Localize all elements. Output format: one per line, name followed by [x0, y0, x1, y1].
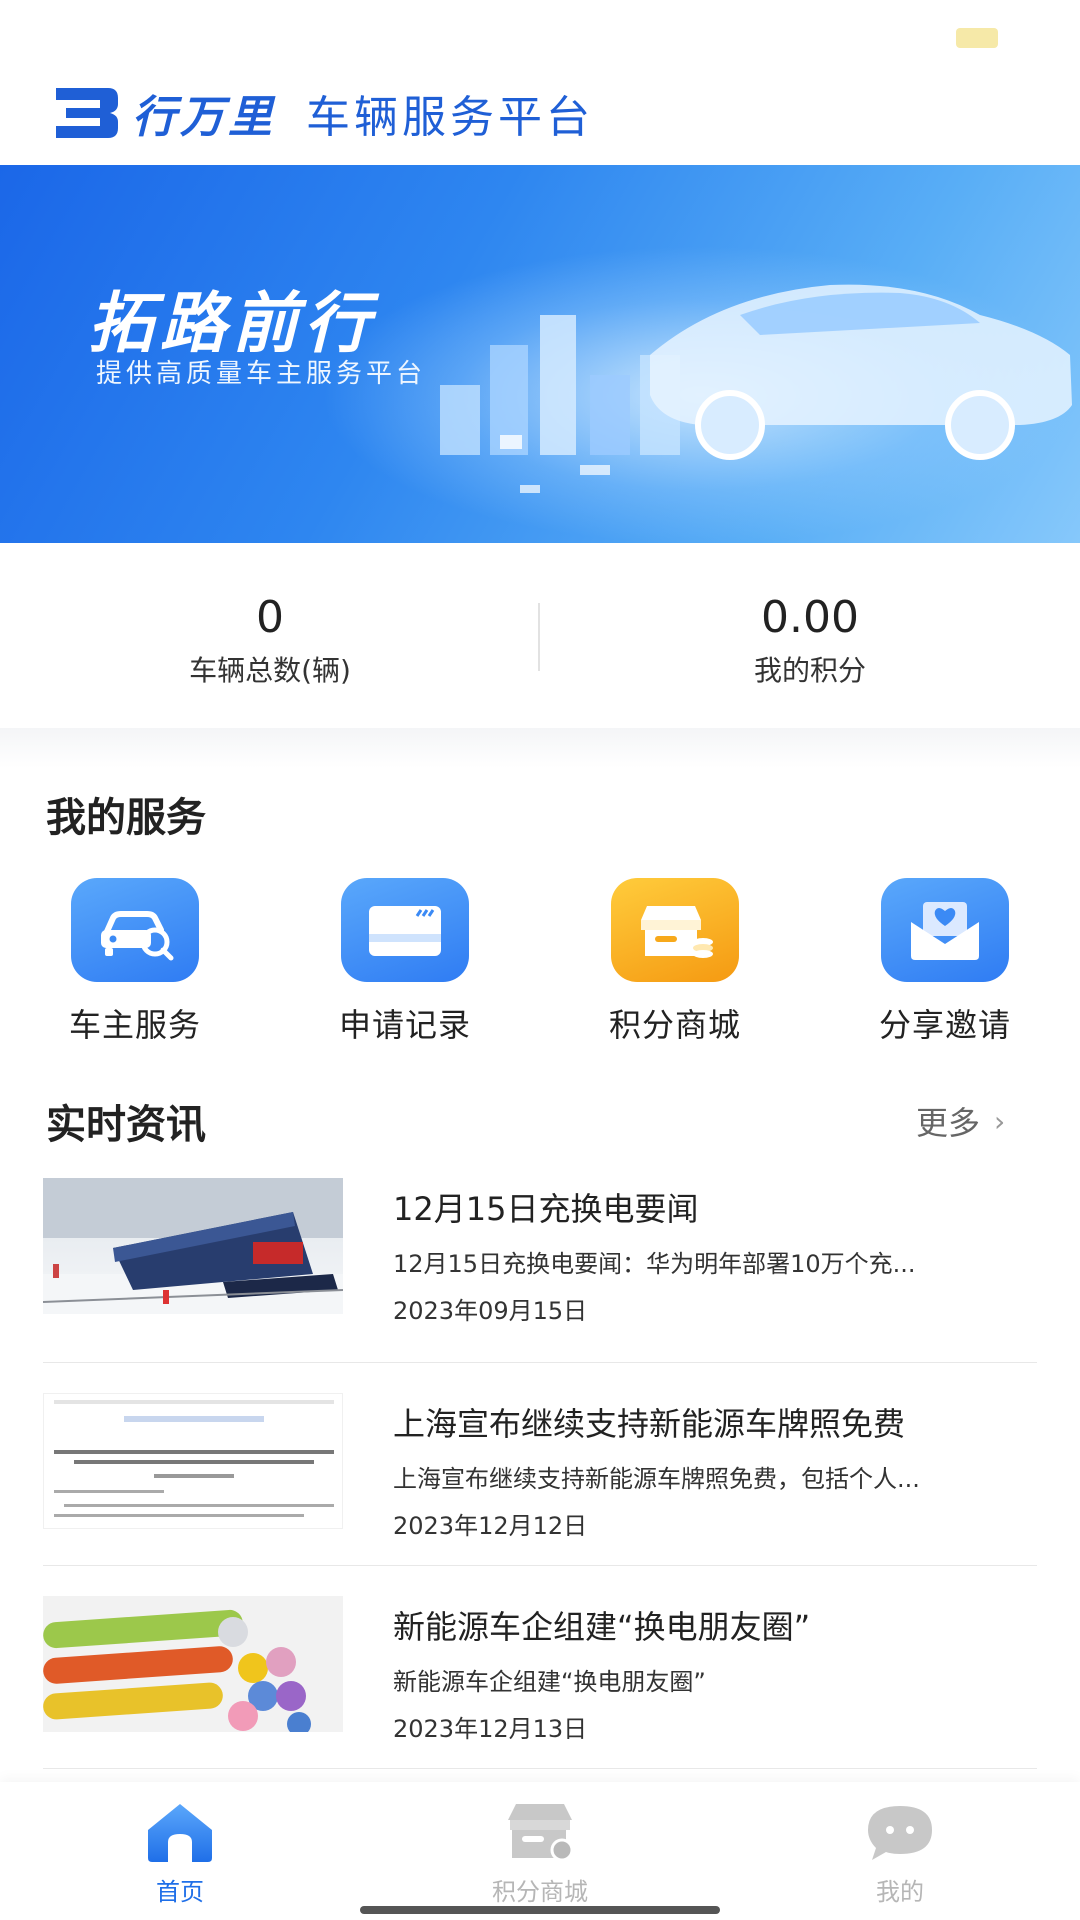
chevron-right-icon: ›	[994, 1104, 1006, 1138]
service-owner[interactable]: 车主服务	[0, 878, 270, 1046]
car-search-icon	[71, 878, 199, 982]
service-points-mall[interactable]: 积分商城	[540, 878, 810, 1046]
news-title: 12月15日充换电要闻	[393, 1190, 699, 1228]
card-icon	[341, 878, 469, 982]
news-summary: 上海宣布继续支持新能源车牌照免费，包括个人...	[393, 1465, 920, 1493]
news-thumbnail	[43, 1393, 343, 1529]
news-list: 12月15日充换电要闻 12月15日充换电要闻：华为明年部署10万个充... 2…	[43, 1160, 1037, 1769]
stat-label: 我的积分	[753, 654, 866, 687]
shop-icon	[611, 878, 739, 982]
service-label: 申请记录	[338, 1006, 471, 1044]
news-date: 2023年12月13日	[393, 1715, 588, 1743]
status-badge	[956, 28, 998, 48]
news-section-title: 实时资讯	[46, 1102, 206, 1148]
stat-points[interactable]: 0.00 我的积分	[540, 543, 1080, 728]
more-label: 更多	[916, 1104, 981, 1142]
news-item[interactable]: 上海宣布继续支持新能源车牌照免费 上海宣布继续支持新能源车牌照免费，包括个人..…	[43, 1363, 1037, 1566]
home-icon	[148, 1804, 212, 1862]
news-item[interactable]: 新能源车企组建“换电朋友圈” 新能源车企组建“换电朋友圈” 2023年12月13…	[43, 1566, 1037, 1769]
bottom-tab-bar: 首页 积分商城 我的	[0, 1782, 1080, 1920]
promo-banner[interactable]: 拓路前行 提供高质量车主服务平台	[0, 165, 1080, 543]
app-header: 行万里 车辆服务平台	[0, 60, 1080, 165]
tab-mine[interactable]: 我的	[720, 1782, 1080, 1920]
news-title: 新能源车企组建“换电朋友圈”	[393, 1608, 811, 1646]
news-summary: 新能源车企组建“换电朋友圈”	[393, 1668, 706, 1696]
stats-panel: 0 车辆总数(辆) 0.00 我的积分	[0, 543, 1080, 728]
tab-label: 首页	[156, 1878, 204, 1906]
service-label: 车主服务	[68, 1006, 201, 1044]
stat-value: 0	[256, 592, 284, 643]
news-item[interactable]: 12月15日充换电要闻 12月15日充换电要闻：华为明年部署10万个充... 2…	[43, 1160, 1037, 1363]
divider	[538, 603, 540, 671]
service-label: 积分商城	[608, 1006, 741, 1044]
chat-face-icon	[868, 1806, 932, 1860]
news-date: 2023年12月12日	[393, 1512, 588, 1540]
tab-home[interactable]: 首页	[0, 1782, 360, 1920]
platform-name: 车辆服务平台	[306, 91, 594, 143]
service-share-invite[interactable]: 分享邀请	[810, 878, 1080, 1046]
news-summary: 12月15日充换电要闻：华为明年部署10万个充...	[393, 1250, 916, 1278]
brand-name: 行万里	[132, 91, 276, 143]
tab-label: 我的	[876, 1878, 924, 1906]
news-date: 2023年09月15日	[393, 1297, 588, 1325]
news-thumbnail	[43, 1596, 343, 1732]
service-label: 分享邀请	[878, 1006, 1011, 1044]
news-thumbnail	[43, 1178, 343, 1314]
banner-title: 拓路前行	[88, 285, 376, 362]
stat-value: 0.00	[761, 592, 859, 643]
home-indicator	[360, 1906, 720, 1914]
section-gap	[0, 728, 1080, 768]
car-illustration	[440, 284, 1072, 493]
services-grid: 车主服务 申请记录 积分商城 分享邀请	[0, 878, 1080, 1046]
service-application-records[interactable]: 申请记录	[270, 878, 540, 1046]
stat-vehicle-count[interactable]: 0 车辆总数(辆)	[0, 543, 540, 728]
tab-points-mall[interactable]: 积分商城	[360, 1782, 720, 1920]
news-title: 上海宣布继续支持新能源车牌照免费	[393, 1405, 906, 1443]
logo-icon	[52, 84, 122, 142]
stat-label: 车辆总数(辆)	[189, 654, 351, 687]
banner-subtitle: 提供高质量车主服务平台	[96, 359, 427, 389]
envelope-heart-icon	[881, 878, 1009, 982]
services-section-title: 我的服务	[46, 795, 206, 841]
tab-label: 积分商城	[492, 1878, 588, 1906]
shop-icon	[508, 1804, 574, 1862]
news-more-link[interactable]: 更多 ›	[916, 1098, 1005, 1144]
